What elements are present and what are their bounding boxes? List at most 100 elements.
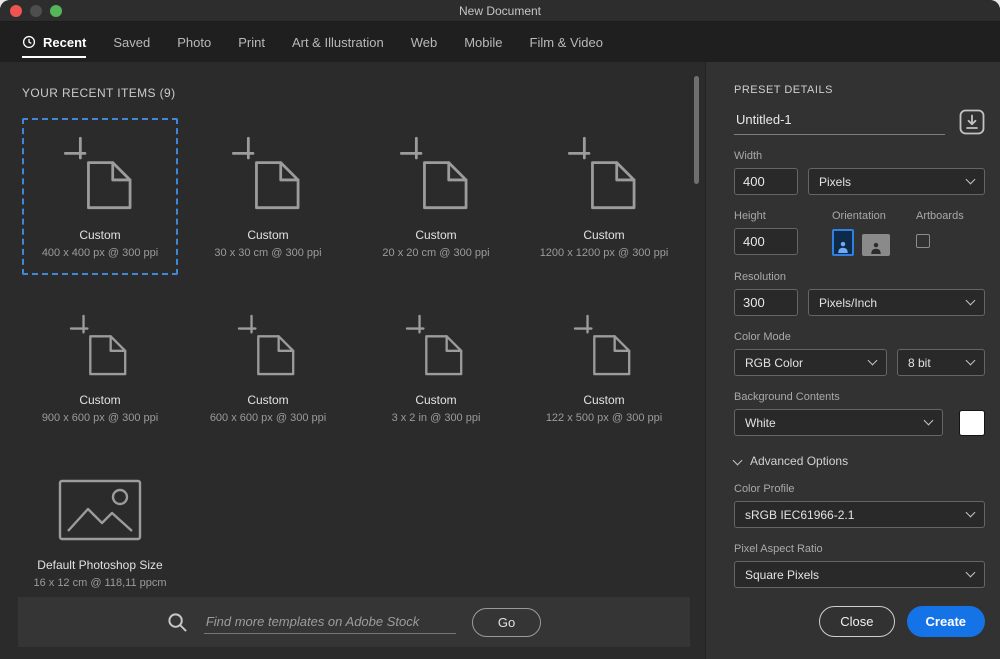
orientation-portrait-button[interactable] [832,229,854,256]
tab-label: Photo [177,35,211,50]
height-input[interactable] [734,228,798,255]
background-color-swatch[interactable] [959,410,985,436]
bit-depth-dropdown[interactable]: 8 bit [897,349,985,376]
document-name-input[interactable] [734,108,945,135]
preset-name: Custom [192,228,344,242]
tab-label: Mobile [464,35,502,50]
preset-details-heading: PRESET DETAILS [734,84,985,96]
scrollbar-thumb[interactable] [694,76,699,184]
preset-spec: 16 x 12 cm @ 118,11 ppcm [24,577,176,589]
zoom-window-button[interactable] [50,5,62,17]
tab-mobile[interactable]: Mobile [464,22,502,62]
advanced-options-label: Advanced Options [750,454,848,468]
background-contents-value: White [745,416,776,430]
portrait-person-icon [837,241,849,253]
tab-label: Print [238,35,265,50]
preset-spec: 30 x 30 cm @ 300 ppi [192,247,344,259]
document-name-row [734,108,985,135]
artboards-checkbox[interactable] [916,234,930,248]
width-unit-value: Pixels [819,175,851,189]
pixel-aspect-ratio-label: Pixel Aspect Ratio [734,543,985,555]
preset-spec: 400 x 400 px @ 300 ppi [24,247,176,259]
close-button[interactable]: Close [819,606,894,637]
preset-card[interactable]: Custom 1200 x 1200 px @ 300 ppi [526,118,682,275]
preset-card[interactable]: Custom 900 x 600 px @ 300 ppi [22,297,178,440]
tab-recent[interactable]: Recent [22,22,86,62]
color-mode-dropdown[interactable]: RGB Color [734,349,887,376]
search-icon [167,612,188,633]
tab-art-illustration[interactable]: Art & Illustration [292,22,384,62]
orientation-label: Orientation [832,210,890,222]
resolution-unit-value: Pixels/Inch [819,296,877,310]
chevron-down-icon [924,416,934,426]
preset-spec: 3 x 2 in @ 300 ppi [360,412,512,424]
recent-items-heading: YOUR RECENT ITEMS (9) [0,62,705,100]
preset-card[interactable]: Custom 20 x 20 cm @ 300 ppi [358,118,514,275]
titlebar: New Document [0,0,1000,22]
chevron-down-icon [966,296,976,306]
background-contents-dropdown[interactable]: White [734,409,943,436]
preset-name: Custom [528,393,680,407]
photo-icon [24,474,176,546]
stock-search-bar: Go [18,597,690,647]
width-label: Width [734,150,985,162]
document-icon [528,309,680,381]
preset-name: Custom [360,228,512,242]
document-icon [24,130,176,216]
resolution-unit-dropdown[interactable]: Pixels/Inch [808,289,985,316]
tab-photo[interactable]: Photo [177,22,211,62]
document-icon [24,309,176,381]
tab-bar: Recent Saved Photo Print Art & Illustrat… [0,22,1000,62]
tab-label: Saved [113,35,150,50]
tab-label: Film & Video [530,35,603,50]
preset-name: Custom [24,228,176,242]
minimize-window-button[interactable] [30,5,42,17]
orientation-landscape-button[interactable] [862,234,890,256]
pixel-aspect-ratio-dropdown[interactable]: Square Pixels [734,561,985,588]
document-icon [360,309,512,381]
color-profile-label: Color Profile [734,483,985,495]
close-window-button[interactable] [10,5,22,17]
go-button[interactable]: Go [472,608,541,637]
window-controls [10,0,62,22]
preset-card[interactable]: Custom 400 x 400 px @ 300 ppi [22,118,178,275]
background-contents-label: Background Contents [734,391,985,403]
bit-depth-value: 8 bit [908,356,931,370]
tab-saved[interactable]: Saved [113,22,150,62]
preset-spec: 1200 x 1200 px @ 300 ppi [528,247,680,259]
width-input[interactable] [734,168,798,195]
preset-name: Custom [24,393,176,407]
tab-print[interactable]: Print [238,22,265,62]
save-preset-button[interactable] [959,109,985,135]
download-icon [959,109,985,135]
preset-card[interactable]: Custom 600 x 600 px @ 300 ppi [190,297,346,440]
preset-spec: 900 x 600 px @ 300 ppi [24,412,176,424]
width-unit-dropdown[interactable]: Pixels [808,168,985,195]
resolution-input[interactable] [734,289,798,316]
window-title: New Document [459,4,541,18]
document-icon [528,130,680,216]
advanced-options-toggle[interactable]: Advanced Options [734,454,985,468]
chevron-down-icon [733,455,743,465]
new-document-dialog: New Document Recent Saved Photo Print Ar… [0,0,1000,659]
stock-search-input[interactable] [204,610,456,634]
preset-card[interactable]: Custom 3 x 2 in @ 300 ppi [358,297,514,440]
color-profile-dropdown[interactable]: sRGB IEC61966-2.1 [734,501,985,528]
preset-card[interactable]: Custom 122 x 500 px @ 300 ppi [526,297,682,440]
document-icon [192,309,344,381]
clock-icon [22,35,36,49]
preset-name: Custom [192,393,344,407]
preset-card[interactable]: Custom 30 x 30 cm @ 300 ppi [190,118,346,275]
pixel-aspect-ratio-value: Square Pixels [745,568,819,582]
preset-card[interactable]: Default Photoshop Size 16 x 12 cm @ 118,… [22,462,178,605]
tab-web[interactable]: Web [411,22,438,62]
create-button[interactable]: Create [907,606,985,637]
preset-name: Custom [528,228,680,242]
document-icon [192,130,344,216]
preset-details-panel: PRESET DETAILS Width Pixels Height [705,62,1000,659]
tab-film-video[interactable]: Film & Video [530,22,603,62]
chevron-down-icon [966,568,976,578]
tab-label: Recent [43,35,86,50]
landscape-person-icon [870,242,882,254]
resolution-label: Resolution [734,271,985,283]
